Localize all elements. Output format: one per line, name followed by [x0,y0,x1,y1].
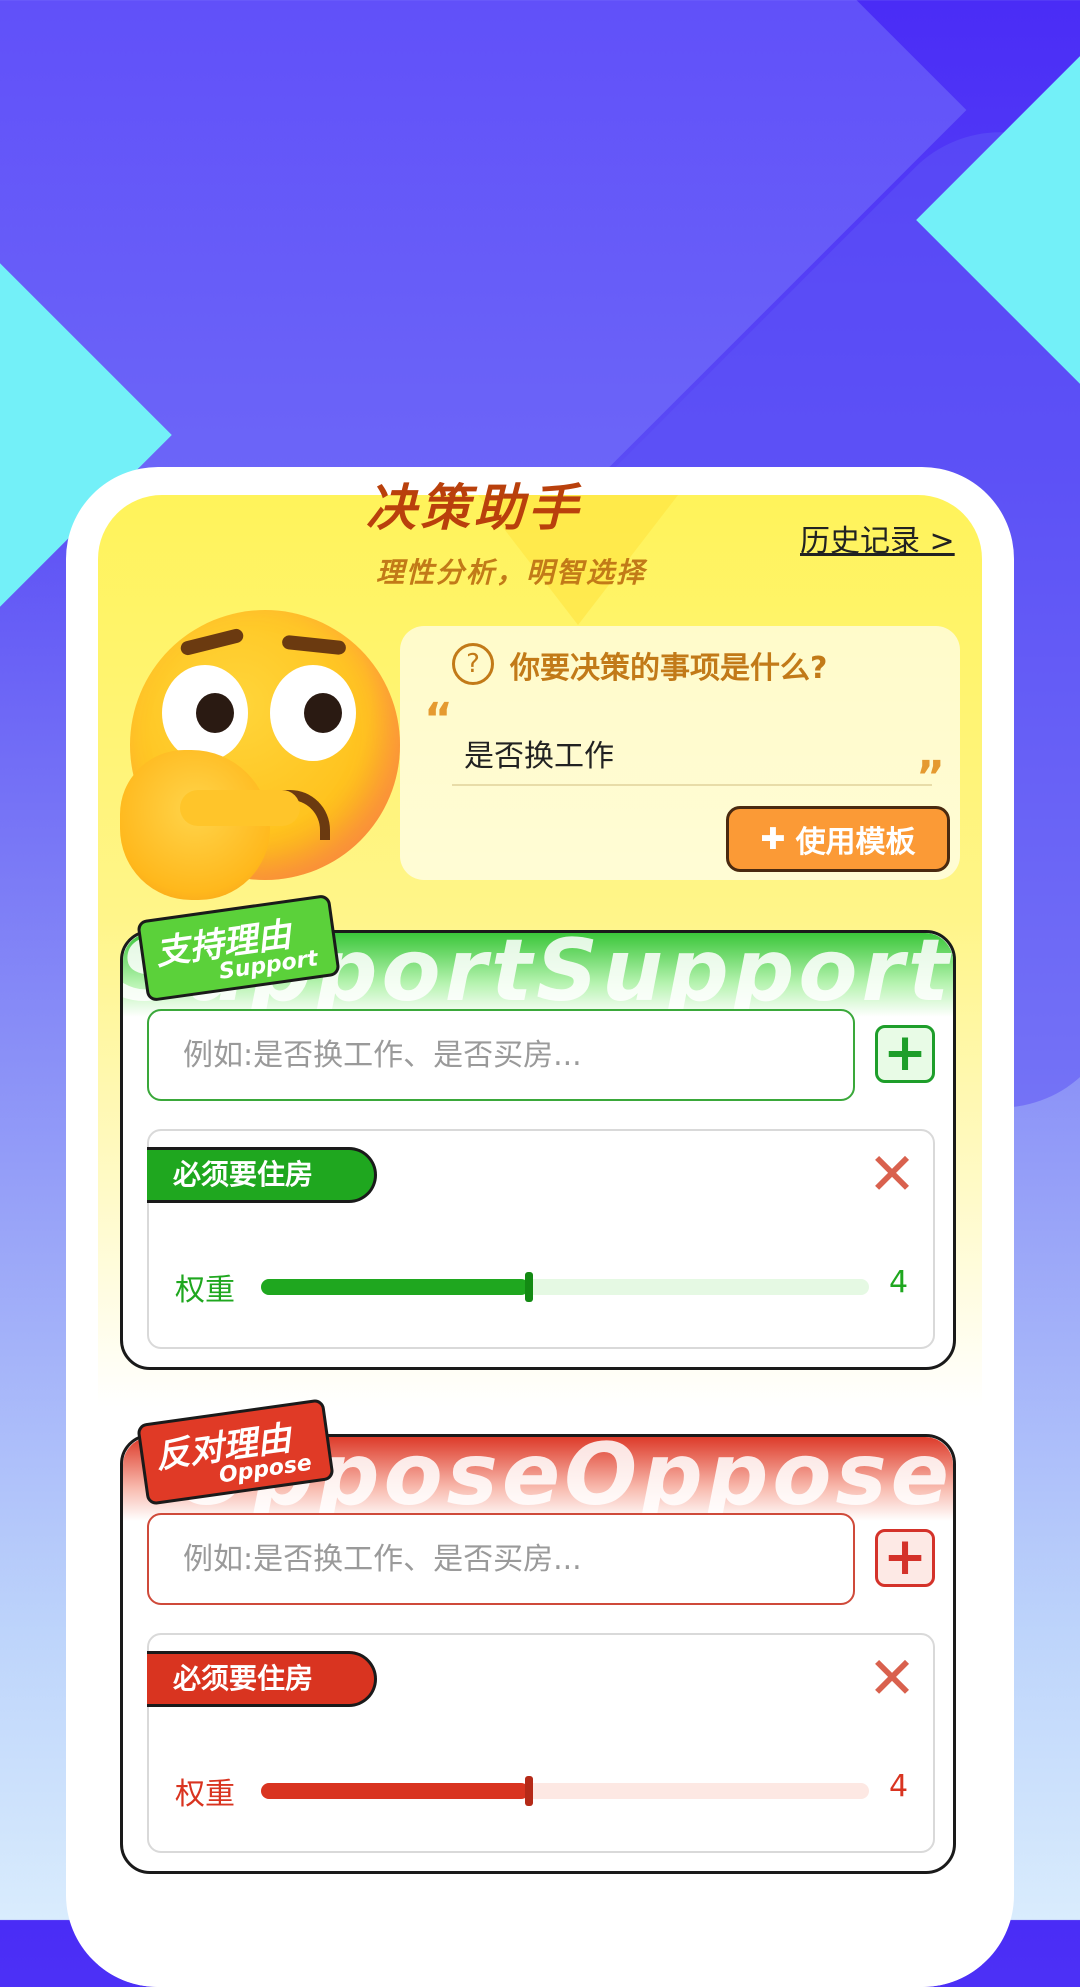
support-weight-slider[interactable] [261,1272,869,1302]
oppose-add-button[interactable]: + [875,1529,935,1587]
oppose-weight-value: 4 [889,1769,909,1804]
support-section: SupportSupport 支持理由 Support + 必须要住房 ✕ 权重… [120,893,956,1370]
oppose-reason-label: 必须要住房 [147,1651,377,1707]
support-weight-thumb[interactable] [524,1272,533,1302]
open-quote-icon: “ [424,694,453,745]
oppose-remove-close-icon[interactable]: ✕ [863,1649,921,1707]
support-weight-value: 4 [889,1265,909,1300]
puzzle-icon: ✚ [760,821,786,857]
oppose-weight-fill [261,1783,529,1799]
close-quote-icon: ” [916,752,945,803]
oppose-reason-card: 必须要住房 ✕ 权重 4 [147,1633,935,1853]
oppose-section: OpposeOppose 反对理由 Oppose + 必须要住房 ✕ 权重 4 [120,1398,956,1874]
use-template-label: 使用模板 [795,825,916,860]
decision-input[interactable] [452,722,932,786]
support-weight-fill [261,1279,529,1295]
oppose-weight-slider[interactable] [261,1776,869,1806]
page-subtitle: 理性分析，明智选择 [376,556,647,589]
support-reason-label: 必须要住房 [147,1147,377,1203]
thinking-emoji-icon [120,610,410,900]
support-reason-card: 必须要住房 ✕ 权重 4 [147,1129,935,1349]
support-reason-input[interactable] [147,1009,855,1101]
question-prompt: 你要决策的事项是什么? [510,651,828,686]
support-remove-close-icon[interactable]: ✕ [863,1145,921,1203]
oppose-reason-input[interactable] [147,1513,855,1605]
oppose-weight-thumb[interactable] [524,1776,533,1806]
use-template-button[interactable]: ✚ 使用模板 [726,806,950,872]
question-icon: ? [452,643,494,685]
support-add-button[interactable]: + [875,1025,935,1083]
history-link[interactable]: 历史记录 > [800,516,955,560]
support-weight-label: 权重 [175,1273,235,1308]
oppose-weight-label: 权重 [175,1777,235,1812]
